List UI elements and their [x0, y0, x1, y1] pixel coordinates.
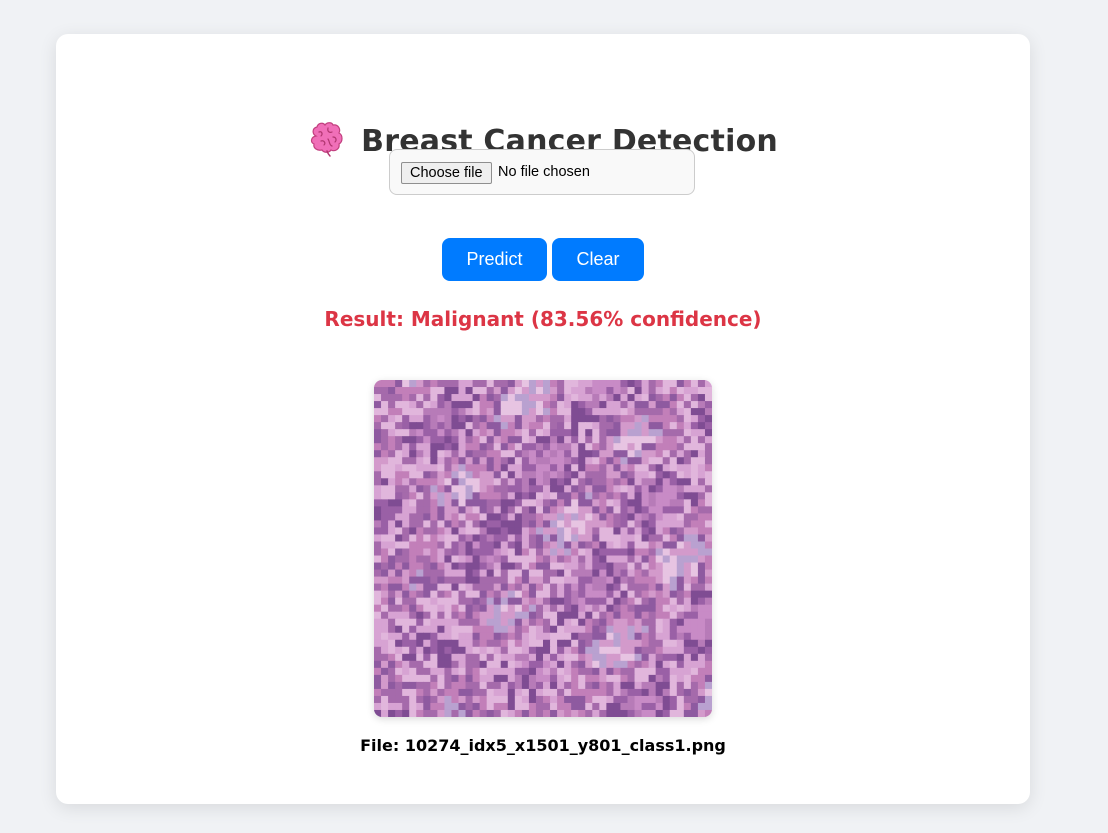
file-name-caption: File: 10274_idx5_x1501_y801_class1.png [360, 736, 726, 755]
main-card: Breast Cancer Detection Choose file No f… [56, 34, 1030, 804]
clear-button[interactable]: Clear [552, 238, 644, 281]
result-text: Result: Malignant (83.56% confidence) [324, 307, 762, 331]
choose-file-button[interactable]: Choose file [401, 162, 492, 184]
file-input: Choose file No file chosen [389, 149, 695, 195]
histology-image [374, 380, 712, 717]
file-status-text: No file chosen [498, 164, 590, 180]
predict-button[interactable]: Predict [442, 238, 547, 281]
brain-icon [308, 120, 346, 162]
preview-image [374, 380, 712, 717]
